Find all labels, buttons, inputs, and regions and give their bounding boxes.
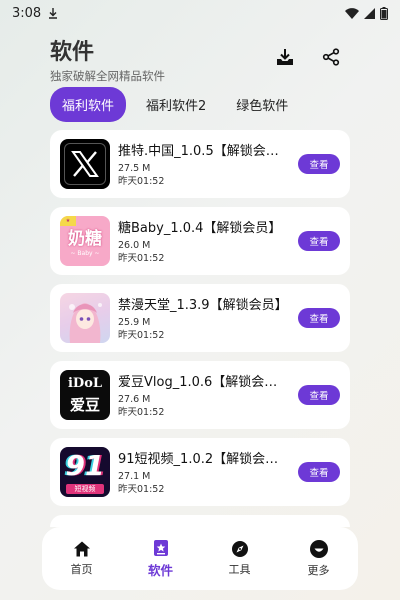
app-time: 昨天01:52 <box>118 329 165 341</box>
list-item[interactable]: 禁漫天堂_1.3.9【解锁会员】 25.9 M 昨天01:52 查看 <box>50 284 350 352</box>
nav-home[interactable]: 首页 <box>47 540 117 577</box>
tab-welfare-software[interactable]: 福利软件 <box>50 87 127 122</box>
icon-text: 奶糖 <box>68 229 102 249</box>
home-icon <box>73 541 90 557</box>
category-tabs: 福利软件 福利软件2 绿色软件 <box>50 87 298 122</box>
x-logo-icon <box>60 139 110 189</box>
icon-text: 91 <box>65 449 105 482</box>
nav-software-label: 软件 <box>147 562 173 578</box>
page-title: 软件 <box>50 40 95 65</box>
view-button[interactable]: 查看 <box>298 154 340 174</box>
app-time: 昨天01:52 <box>118 175 165 187</box>
app-info: 推特.中国_1.0.5【解锁会员】 27.5 M 昨天01:52 <box>118 140 290 189</box>
battery-icon <box>380 6 388 20</box>
list-item[interactable]: 91 短视频 91短视频_1.0.2【解锁会员】 27.1 M 昨天01:52 … <box>50 438 350 506</box>
91-logo-icon: 91 短视频 <box>60 447 110 497</box>
apps-icon <box>153 539 168 556</box>
nav-more[interactable]: 更多 <box>284 539 354 578</box>
page-header: 软件 独家破解全网精品软件 <box>50 34 165 84</box>
app-meta: 25.9 M 昨天01:52 <box>118 317 290 343</box>
signal-icon <box>364 7 375 19</box>
view-button[interactable]: 查看 <box>298 231 340 251</box>
app-meta: 27.1 M 昨天01:52 <box>118 471 290 497</box>
view-button[interactable]: 查看 <box>298 385 340 405</box>
app-size: 27.5 M <box>118 162 151 174</box>
app-info: 糖Baby_1.0.4【解锁会员】 26.0 M 昨天01:52 <box>118 217 290 266</box>
nav-home-label: 首页 <box>70 563 93 576</box>
download-button[interactable] <box>274 46 296 68</box>
app-list: 推特.中国_1.0.5【解锁会员】 27.5 M 昨天01:52 查看 ★ 奶糖… <box>50 130 350 527</box>
compass-icon <box>231 541 248 557</box>
list-item[interactable]: iDoL 爱豆 爱豆Vlog_1.0.6【解锁会员】 27.6 M 昨天01:5… <box>50 361 350 429</box>
smile-icon <box>309 540 328 558</box>
icon-subtext: 爱豆 <box>69 396 100 414</box>
icon-text: iDoL <box>67 376 103 391</box>
app-size: 25.9 M <box>118 316 151 328</box>
nav-software[interactable]: 软件 <box>126 539 196 579</box>
list-item-partial <box>50 515 350 527</box>
app-name: 糖Baby_1.0.4【解锁会员】 <box>118 220 282 236</box>
app-name: 禁漫天堂_1.3.9【解锁会员】 <box>118 297 288 313</box>
app-time: 昨天01:52 <box>118 252 165 264</box>
app-meta: 27.6 M 昨天01:52 <box>118 394 290 420</box>
app-time: 昨天01:52 <box>118 483 165 495</box>
nav-more-label: 更多 <box>307 564 330 577</box>
app-name: 推特.中国_1.0.5【解锁会员】 <box>118 143 290 159</box>
nav-tools[interactable]: 工具 <box>205 540 275 577</box>
list-item[interactable]: 推特.中国_1.0.5【解锁会员】 27.5 M 昨天01:52 查看 <box>50 130 350 198</box>
download-icon <box>277 49 293 65</box>
tangbaby-logo-icon: ★ 奶糖 ~ Baby ~ <box>60 216 110 266</box>
app-size: 26.0 M <box>118 239 151 251</box>
app-time: 昨天01:52 <box>118 406 165 418</box>
app-meta: 26.0 M 昨天01:52 <box>118 240 290 266</box>
icon-subtext: ~ Baby ~ <box>70 250 100 257</box>
bottom-nav: 首页 软件 工具 更多 <box>42 527 358 590</box>
app-name: 爱豆Vlog_1.0.6【解锁会员】 <box>118 374 290 390</box>
wifi-icon <box>345 7 359 19</box>
status-right <box>345 6 388 20</box>
view-button[interactable]: 查看 <box>298 462 340 482</box>
list-item[interactable]: ★ 奶糖 ~ Baby ~ 糖Baby_1.0.4【解锁会员】 26.0 M 昨… <box>50 207 350 275</box>
app-size: 27.1 M <box>118 470 151 482</box>
app-size: 27.6 M <box>118 393 151 405</box>
share-icon <box>322 48 340 66</box>
app-info: 91短视频_1.0.2【解锁会员】 27.1 M 昨天01:52 <box>118 448 290 497</box>
download-status-icon <box>49 8 58 19</box>
status-left: 3:08 <box>12 6 59 21</box>
app-info: 禁漫天堂_1.3.9【解锁会员】 25.9 M 昨天01:52 <box>118 294 290 343</box>
app-name: 91短视频_1.0.2【解锁会员】 <box>118 451 290 467</box>
status-bar: 3:08 <box>0 0 400 26</box>
anime-logo-icon <box>60 293 110 343</box>
nav-tools-label: 工具 <box>228 563 251 576</box>
share-button[interactable] <box>320 46 342 68</box>
app-info: 爱豆Vlog_1.0.6【解锁会员】 27.6 M 昨天01:52 <box>118 371 290 420</box>
status-time: 3:08 <box>12 5 42 21</box>
icon-subtext: 短视频 <box>66 484 104 494</box>
app-meta: 27.5 M 昨天01:52 <box>118 163 290 189</box>
page-subtitle: 独家破解全网精品软件 <box>50 69 165 83</box>
tab-welfare-software-2[interactable]: 福利软件2 <box>136 88 216 121</box>
idol-logo-icon: iDoL 爱豆 <box>60 370 110 420</box>
view-button[interactable]: 查看 <box>298 308 340 328</box>
tab-green-software[interactable]: 绿色软件 <box>226 88 298 121</box>
